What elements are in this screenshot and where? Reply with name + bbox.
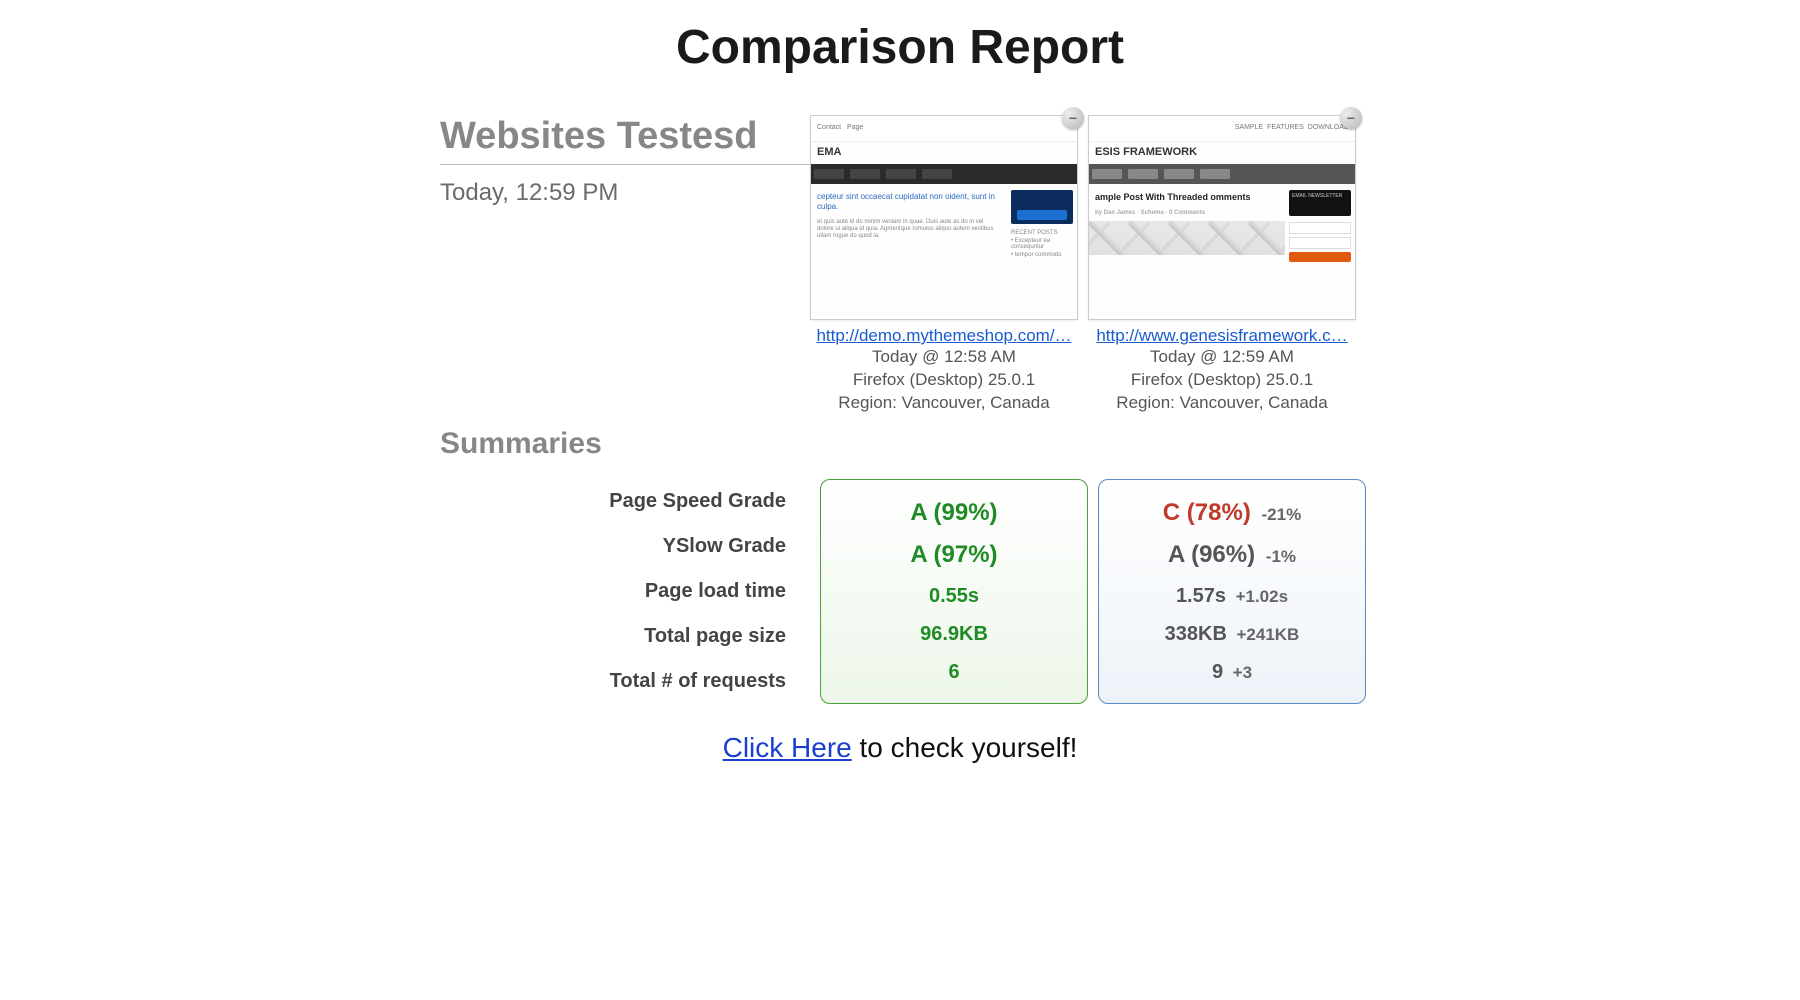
site-test-time: Today @ 12:59 AM bbox=[1088, 346, 1356, 369]
value-loadtime-b: 1.57s bbox=[1176, 585, 1226, 607]
cta-rest: to check yourself! bbox=[852, 732, 1078, 763]
site-url-link[interactable]: http://www.genesisframework.c… bbox=[1088, 326, 1356, 346]
thumbnail-topbar: Contact Page bbox=[811, 116, 1077, 142]
site-browser: Firefox (Desktop) 25.0.1 bbox=[810, 369, 1078, 392]
thumbnail-topbar: SAMPLE FEATURES DOWNLOAD bbox=[1089, 116, 1355, 142]
row-label-requests: Total # of requests bbox=[440, 670, 786, 693]
thumbnail-input bbox=[1289, 237, 1351, 249]
thumbnail-headline: cepteur sint occaecat cupidatat non oide… bbox=[817, 192, 1001, 213]
thumbnail-brand: ESIS FRAMEWORK bbox=[1089, 142, 1355, 164]
minus-icon: − bbox=[1347, 110, 1355, 126]
summaries-heading: Summaries bbox=[440, 427, 1360, 461]
delta-requests-b: +3 bbox=[1233, 663, 1252, 682]
site-thumbnail[interactable]: SAMPLE FEATURES DOWNLOAD ESIS FRAMEWORK … bbox=[1088, 115, 1356, 320]
thumbnail-input bbox=[1289, 222, 1351, 234]
value-pagesize-a: 96.9KB bbox=[920, 623, 988, 645]
summary-card-site-a: A (99%) A (97%) 0.55s 96.9KB 6 bbox=[820, 479, 1088, 704]
remove-site-button[interactable]: − bbox=[1340, 107, 1362, 129]
thumbnail-navbar bbox=[811, 164, 1077, 184]
cta-line: Click Here to check yourself! bbox=[440, 732, 1360, 764]
page-title: Comparison Report bbox=[170, 20, 1630, 75]
site-test-time: Today @ 12:58 AM bbox=[810, 346, 1078, 369]
thumbnail-byline: by Dan James · Schema · 0 Comments bbox=[1095, 210, 1279, 217]
delta-loadtime-b: +1.02s bbox=[1236, 587, 1288, 606]
thumbnail-navbar bbox=[1089, 164, 1355, 184]
value-requests-a: 6 bbox=[948, 661, 959, 683]
thumbnail-side-heading: EMAIL NEWSLETTER bbox=[1289, 190, 1351, 216]
site-url-link[interactable]: http://demo.mythemeshop.com/… bbox=[810, 326, 1078, 346]
value-loadtime-a: 0.55s bbox=[929, 585, 979, 607]
thumbnail-lorem: et quis aute id do minim veniam in quae.… bbox=[817, 219, 1001, 241]
value-yslow-a: A (97%) bbox=[910, 541, 997, 568]
delta-pagesize-b: +241KB bbox=[1236, 625, 1299, 644]
thumbnail-brand: EMA bbox=[811, 142, 1077, 164]
thumbnail-hero-image bbox=[1089, 221, 1285, 255]
site-browser: Firefox (Desktop) 25.0.1 bbox=[1088, 369, 1356, 392]
site-region: Region: Vancouver, Canada bbox=[810, 392, 1078, 415]
value-pagesize-b: 338KB bbox=[1165, 623, 1227, 645]
delta-pagespeed-b: -21% bbox=[1262, 505, 1302, 524]
minus-icon: − bbox=[1069, 110, 1077, 126]
row-label-pagesize: Total page size bbox=[440, 625, 786, 648]
thumbnail-side-heading: RECENT POSTS bbox=[1011, 230, 1073, 236]
summary-card-site-b: C (78%) -21% A (96%) -1% 1.57s +1.02s 33… bbox=[1098, 479, 1366, 704]
thumbnail-search-widget bbox=[1011, 190, 1073, 224]
value-pagespeed-b: C (78%) bbox=[1163, 499, 1251, 526]
tested-heading: Websites Testesd bbox=[440, 115, 810, 165]
value-yslow-b: A (96%) bbox=[1168, 541, 1255, 568]
row-label-pagespeed: Page Speed Grade bbox=[440, 490, 786, 513]
remove-site-button[interactable]: − bbox=[1062, 107, 1084, 129]
site-region: Region: Vancouver, Canada bbox=[1088, 392, 1356, 415]
row-label-yslow: YSlow Grade bbox=[440, 535, 786, 558]
thumbnail-headline: ample Post With Threaded omments bbox=[1095, 192, 1279, 204]
row-label-loadtime: Page load time bbox=[440, 580, 786, 603]
value-pagespeed-a: A (99%) bbox=[910, 499, 997, 526]
value-requests-b: 9 bbox=[1212, 661, 1223, 683]
thumbnail-submit bbox=[1289, 252, 1351, 262]
site-thumbnail[interactable]: Contact Page EMA cepteur sint occaecat c… bbox=[810, 115, 1078, 320]
tested-timestamp: Today, 12:59 PM bbox=[440, 179, 810, 207]
delta-yslow-b: -1% bbox=[1266, 547, 1296, 566]
cta-link[interactable]: Click Here bbox=[723, 732, 852, 763]
